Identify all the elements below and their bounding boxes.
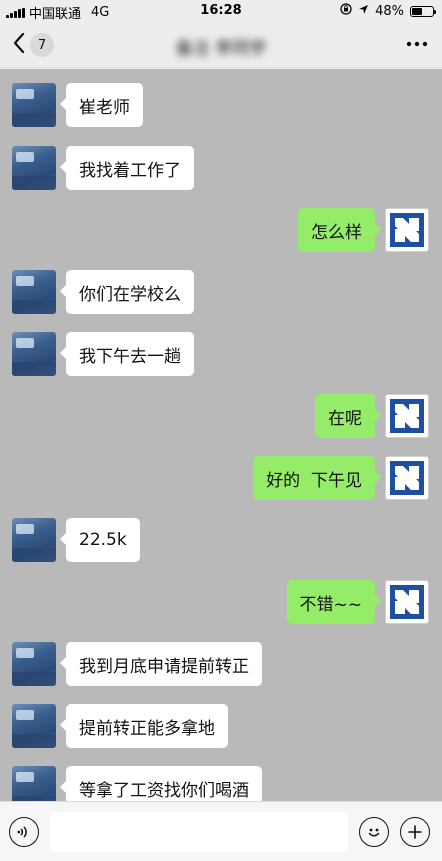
message-row: 不错~~ bbox=[286, 580, 429, 624]
emoji-icon[interactable] bbox=[359, 817, 389, 847]
message-input[interactable] bbox=[50, 812, 348, 852]
battery-icon bbox=[410, 5, 436, 17]
self-avatar[interactable] bbox=[385, 208, 429, 252]
message-row: 你们在学校么 bbox=[12, 270, 194, 314]
message-bubble[interactable]: 不错~~ bbox=[286, 580, 381, 624]
message-row: 我下午去一趟 bbox=[12, 332, 194, 376]
battery-level bbox=[412, 7, 422, 15]
message-bubble[interactable]: 在呢 bbox=[315, 394, 381, 438]
contact-avatar[interactable] bbox=[12, 704, 56, 748]
plus-icon[interactable] bbox=[400, 817, 430, 847]
message-row: 怎么样 bbox=[298, 208, 429, 252]
contact-avatar[interactable] bbox=[12, 146, 56, 190]
message-row: 我到月底申请提前转正 bbox=[12, 642, 262, 686]
status-right: 48% bbox=[340, 3, 436, 19]
battery-percent: 48% bbox=[375, 3, 404, 19]
self-avatar[interactable] bbox=[385, 394, 429, 438]
contact-avatar[interactable] bbox=[12, 642, 56, 686]
more-dots-icon[interactable] bbox=[406, 34, 428, 59]
contact-avatar[interactable] bbox=[12, 518, 56, 562]
chat-area[interactable]: 崔老师 我找着工作了 怎么样 你们在学校么 我下午去一趟 在呢 好的 下午见 2… bbox=[0, 69, 442, 801]
message-row: 等拿了工资找你们喝酒 bbox=[12, 766, 262, 801]
lock-rotation-icon bbox=[340, 3, 352, 19]
chat-title: 备注 李同学 bbox=[175, 39, 267, 59]
self-avatar[interactable] bbox=[385, 456, 429, 500]
contact-avatar[interactable] bbox=[12, 270, 56, 314]
contact-avatar[interactable] bbox=[12, 83, 56, 127]
message-row: 好的 下午见 bbox=[253, 456, 429, 500]
message-bubble[interactable]: 好的 下午见 bbox=[253, 456, 381, 500]
message-bubble[interactable]: 等拿了工资找你们喝酒 bbox=[60, 766, 262, 801]
message-row: 我找着工作了 bbox=[12, 146, 194, 190]
message-row: 崔老师 bbox=[12, 83, 143, 127]
message-bubble[interactable]: 提前转正能多拿地 bbox=[60, 704, 228, 748]
message-bubble[interactable]: 我到月底申请提前转正 bbox=[60, 642, 262, 686]
message-bubble[interactable]: 我下午去一趟 bbox=[60, 332, 194, 376]
message-bubble[interactable]: 崔老师 bbox=[60, 83, 143, 127]
message-bubble[interactable]: 你们在学校么 bbox=[60, 270, 194, 314]
nav-bar: 7 备注 李同学 bbox=[0, 22, 442, 68]
input-bar bbox=[0, 801, 442, 861]
message-row: 22.5k bbox=[12, 518, 140, 562]
voice-icon[interactable] bbox=[9, 817, 39, 847]
message-bubble[interactable]: 怎么样 bbox=[298, 208, 381, 252]
status-bar: 中国联通 4G 16:28 48% bbox=[0, 0, 442, 22]
contact-avatar[interactable] bbox=[12, 766, 56, 801]
self-avatar[interactable] bbox=[385, 580, 429, 624]
message-row: 提前转正能多拿地 bbox=[12, 704, 228, 748]
location-icon bbox=[358, 4, 369, 19]
message-row: 在呢 bbox=[315, 394, 429, 438]
message-bubble[interactable]: 22.5k bbox=[60, 518, 140, 562]
message-bubble[interactable]: 我找着工作了 bbox=[60, 146, 194, 190]
contact-avatar[interactable] bbox=[12, 332, 56, 376]
